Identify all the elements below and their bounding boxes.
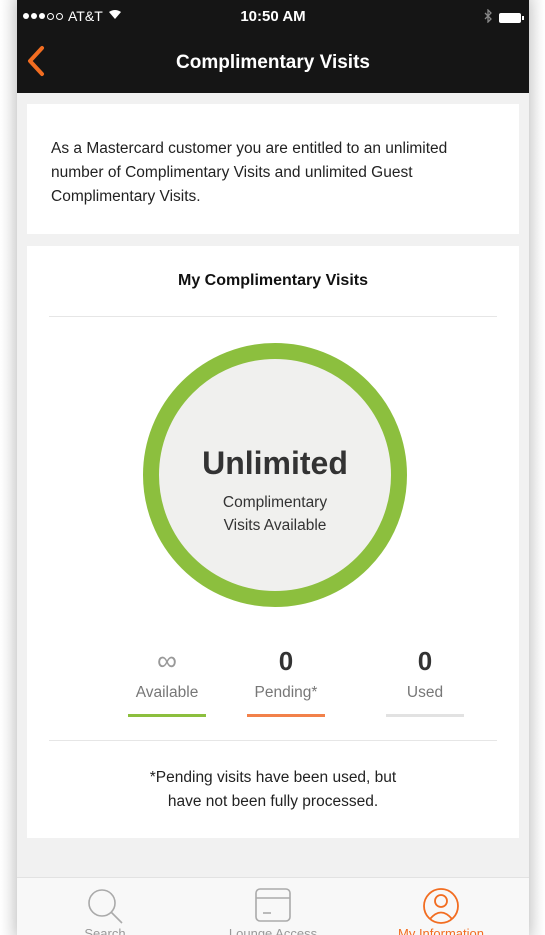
status-right <box>484 8 524 26</box>
footnote-line2: have not been fully processed. <box>167 793 379 810</box>
nav-bar: Complimentary Visits <box>17 32 529 93</box>
right-margin <box>529 0 545 935</box>
tab-label: Lounge Access <box>228 926 318 935</box>
user-icon <box>421 886 461 931</box>
tab-lounge-access[interactable]: Lounge Access <box>193 878 353 935</box>
section-title: My Complimentary Visits <box>178 272 368 289</box>
tab-label: My Information <box>398 926 484 935</box>
ring-subtitle-line1: Complimentary <box>222 494 328 511</box>
pending-label: Pending* <box>254 684 318 701</box>
info-text: As a Mastercard customer you are entitle… <box>51 140 448 205</box>
search-icon <box>85 886 125 931</box>
stat-pending: 0 Pending* <box>246 646 326 717</box>
available-value: ∞ <box>157 645 177 676</box>
available-bar <box>128 714 206 717</box>
info-card: As a Mastercard customer you are entitle… <box>27 104 519 234</box>
used-value: 0 <box>417 646 433 676</box>
pending-value: 0 <box>278 646 294 676</box>
tab-bar: Search Lounge Access My Information <box>17 877 529 935</box>
left-margin <box>0 0 17 935</box>
visits-ring: Unlimited Complimentary Visits Available <box>143 343 407 607</box>
footnote-line1: *Pending visits have been used, but <box>149 769 397 786</box>
page-title: Complimentary Visits <box>176 52 370 73</box>
tab-my-information[interactable]: My Information <box>361 878 521 935</box>
used-bar <box>386 714 464 717</box>
status-time: 10:50 AM <box>240 8 306 25</box>
tab-label: Search <box>84 926 126 935</box>
ring-subtitle: Complimentary Visits Available <box>159 491 391 537</box>
pending-footnote: *Pending visits have been used, but have… <box>27 766 519 814</box>
ring-main-value: Unlimited <box>202 445 348 481</box>
divider <box>49 740 497 741</box>
status-bar: AT&T 10:50 AM <box>17 0 529 32</box>
pending-bar <box>247 714 325 717</box>
bluetooth-icon <box>484 8 493 26</box>
stat-used: 0 Used <box>385 646 465 717</box>
card-icon <box>253 886 293 931</box>
ring-subtitle-line2: Visits Available <box>223 517 327 534</box>
battery-icon <box>499 12 524 23</box>
visits-card: My Complimentary Visits Unlimited Compli… <box>27 246 519 838</box>
used-label: Used <box>406 684 444 701</box>
tab-search[interactable]: Search <box>25 878 185 935</box>
stat-available: ∞ Available <box>127 646 207 717</box>
divider <box>49 316 497 317</box>
available-label: Available <box>135 684 199 701</box>
phone-screen: AT&T 10:50 AM Complimentary Visits As a … <box>17 0 529 935</box>
